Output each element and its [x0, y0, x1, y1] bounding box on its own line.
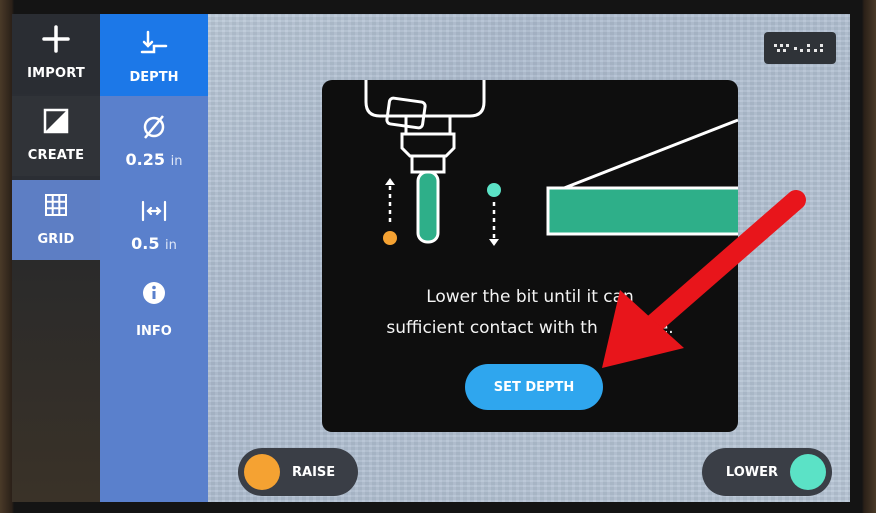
create-label: CREATE — [27, 148, 85, 163]
info-icon — [100, 276, 208, 310]
lower-label: LOWER — [725, 464, 778, 480]
raise-indicator-icon — [244, 454, 280, 490]
set-depth-button[interactable]: SET DEPTH — [465, 364, 603, 410]
set-depth-dialog: Lower the bit until it can sufficient co… — [322, 80, 738, 432]
raise-label: RAISE — [292, 464, 336, 480]
bit-diameter-setting[interactable]: 0.25 in — [100, 110, 208, 190]
dialog-message: Lower the bit until it can sufficient co… — [322, 282, 738, 344]
dots-pattern-icon — [774, 44, 823, 52]
dialog-message-line2: sufficient contact with th — [386, 318, 598, 338]
grid-spacing-unit: in — [165, 238, 177, 253]
create-button[interactable]: CREATE — [12, 96, 100, 176]
depth-icon — [100, 28, 208, 60]
grid-spacing-setting[interactable]: 0.5 in — [100, 194, 208, 274]
grid-spacing-value: 0.5 — [131, 234, 160, 253]
diameter-icon — [100, 110, 208, 144]
import-label: IMPORT — [27, 66, 85, 81]
depth-label: DEPTH — [129, 70, 179, 85]
grid-icon — [12, 190, 100, 220]
dialog-message-line2-end: e. — [657, 318, 674, 338]
depth-button[interactable]: DEPTH — [100, 14, 208, 96]
plus-icon — [12, 24, 100, 54]
info-label: INFO — [136, 324, 172, 339]
menu-dots-button[interactable] — [764, 32, 836, 64]
info-button[interactable]: INFO — [100, 276, 208, 356]
bit-diameter-unit: in — [170, 154, 183, 169]
create-shape-icon — [12, 106, 100, 136]
sidebar-empty-area — [12, 260, 100, 502]
import-button[interactable]: IMPORT — [12, 14, 100, 94]
bit-diameter-value: 0.25 — [125, 150, 166, 169]
touch-screen: IMPORT CREATE GRID DEPTH 0.25 in 0.5 in … — [12, 14, 850, 502]
grid-button[interactable]: GRID — [12, 180, 100, 260]
lower-button[interactable]: LOWER — [702, 448, 832, 496]
settings-sidebar: DEPTH 0.25 in 0.5 in INFO — [100, 14, 208, 502]
lower-indicator-icon — [790, 454, 826, 490]
primary-sidebar: IMPORT CREATE GRID — [12, 14, 100, 502]
raise-button[interactable]: RAISE — [238, 448, 358, 496]
dialog-message-line1: Lower the bit until it can — [426, 287, 634, 307]
depth-illustration — [364, 80, 738, 246]
grid-label: GRID — [37, 232, 75, 247]
spacing-icon — [100, 194, 208, 228]
